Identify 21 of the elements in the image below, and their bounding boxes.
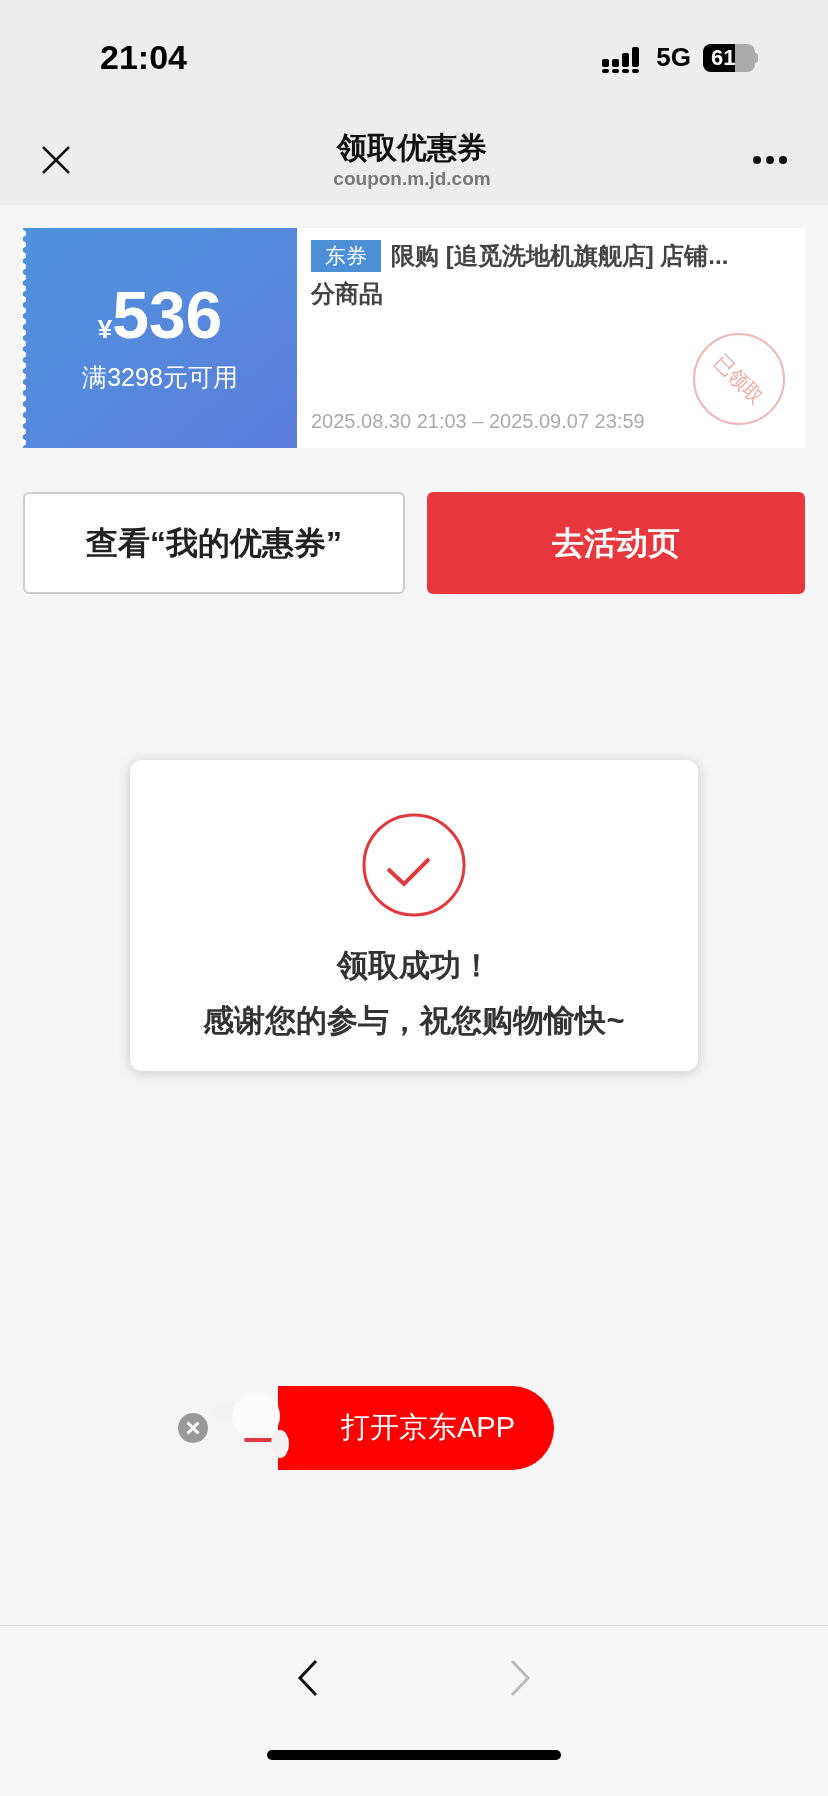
currency-symbol: ¥ <box>97 314 113 347</box>
open-app-button[interactable]: 打开京东APP <box>278 1386 554 1470</box>
page-url: coupon.m.jd.com <box>333 167 491 191</box>
success-message: 感谢您的参与，祝您购物愉快~ <box>203 1001 625 1040</box>
activity-page-button[interactable]: 去活动页 <box>427 492 805 594</box>
close-icon[interactable] <box>40 144 72 176</box>
dismiss-icon[interactable] <box>178 1413 208 1443</box>
battery-icon: 61 <box>703 43 758 72</box>
coupon-validity: 2025.08.30 21:03 – 2025.09.07 23:59 <box>311 409 645 434</box>
coupon-condition: 满3298元可用 <box>82 362 238 394</box>
check-circle-icon <box>362 813 466 917</box>
success-title: 领取成功！ <box>336 947 492 985</box>
more-icon[interactable] <box>752 155 788 165</box>
status-time: 21:04 <box>100 37 187 78</box>
network-label: 5G <box>656 41 691 74</box>
coupon-tag: 东券 <box>311 240 381 272</box>
coupon-title: 分商品 <box>311 279 383 309</box>
coupon-amount: 536 <box>112 279 223 352</box>
page-title: 领取优惠券 <box>337 130 487 166</box>
coupon-title: 限购 [追觅洗地机旗舰店] 店铺... <box>391 241 729 271</box>
my-coupons-button[interactable]: 查看“我的优惠券” <box>23 492 405 594</box>
